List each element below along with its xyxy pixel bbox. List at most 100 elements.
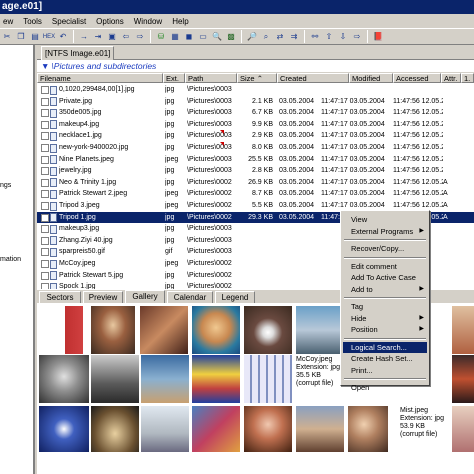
table-row[interactable]: jewelry.jpg jpg \Pictures\0003 2.8 KB 03.05.…: [37, 165, 474, 177]
column-header-modified[interactable]: Modified: [349, 73, 393, 83]
thumbnail[interactable]: [244, 306, 292, 354]
menu-help[interactable]: Help: [169, 17, 195, 26]
menu-view[interactable]: ew: [0, 17, 20, 26]
undo-icon[interactable]: ↶: [57, 31, 69, 42]
thumbnail[interactable]: [141, 406, 189, 452]
context-menu-item[interactable]: Tag: [343, 301, 427, 312]
menu-window[interactable]: Window: [131, 17, 169, 26]
disk-icon[interactable]: ▦: [169, 31, 181, 42]
hex-icon[interactable]: HEX: [43, 31, 55, 42]
context-menu-item[interactable]: Edit comment: [343, 261, 427, 272]
row-checkbox[interactable]: [41, 167, 49, 176]
thumbnail[interactable]: [140, 306, 188, 354]
paste-icon[interactable]: ▤: [29, 31, 41, 42]
left-pane-item[interactable]: mation: [0, 256, 21, 263]
scissors-icon[interactable]: ✂: [1, 31, 13, 42]
table-row[interactable]: necklace1.jpg jpg \Pictures\0003 2.9 KB 03.0…: [37, 130, 474, 142]
row-checkbox[interactable]: [41, 97, 49, 106]
menu-specialist[interactable]: Specialist: [49, 17, 93, 26]
search-icon[interactable]: 🔍: [211, 31, 223, 42]
thumbnail[interactable]: [91, 355, 139, 403]
thumbnail[interactable]: [296, 406, 344, 452]
context-menu-item[interactable]: Position ▶: [343, 324, 427, 335]
row-checkbox[interactable]: [41, 248, 49, 257]
thumbnail[interactable]: [53, 306, 83, 354]
row-checkbox[interactable]: [41, 155, 49, 164]
thumbnail[interactable]: [192, 355, 240, 403]
left-pane-item[interactable]: ngs: [0, 182, 11, 189]
context-menu-item[interactable]: View: [343, 214, 427, 225]
find-text-icon[interactable]: 🔎: [246, 31, 258, 42]
table-row[interactable]: Neo & Trinity 1.jpg jpg \Pictures\0002 26.9…: [37, 177, 474, 189]
up-arrow-icon[interactable]: ⇧: [323, 31, 335, 42]
column-header-created[interactable]: Created: [277, 73, 349, 83]
table-row[interactable]: 0,1020,299484,00[1].jpg jpg \Pictures\0003: [37, 84, 474, 96]
thumbnail[interactable]: [348, 406, 388, 452]
thumbnail[interactable]: [296, 306, 344, 354]
book-icon[interactable]: 📕: [372, 31, 384, 42]
thumbnail[interactable]: [141, 355, 189, 403]
ram-icon[interactable]: ▭: [197, 31, 209, 42]
thumbnail[interactable]: [244, 406, 292, 452]
context-menu-item[interactable]: Hide ▶: [343, 313, 427, 324]
column-header-ext[interactable]: Ext.: [163, 73, 185, 83]
replace-icon[interactable]: ⇄: [274, 31, 286, 42]
column-header-attr[interactable]: Attr.: [441, 73, 461, 83]
context-menu-item[interactable]: Open: [343, 382, 427, 393]
image-icon[interactable]: ▩: [225, 31, 237, 42]
find-next-icon[interactable]: ⇉: [288, 31, 300, 42]
forward-icon[interactable]: ⇨: [134, 31, 146, 42]
thumbnail[interactable]: [192, 406, 240, 452]
menu-options[interactable]: Options: [93, 17, 131, 26]
table-row[interactable]: makeup4.jpg jpg \Pictures\0003 9.9 KB 03.05.…: [37, 119, 474, 131]
copy-icon[interactable]: ❐: [15, 31, 27, 42]
drive-icon[interactable]: ⛁: [155, 31, 167, 42]
thumbnail[interactable]: [452, 406, 474, 452]
thumbnail[interactable]: [192, 306, 240, 354]
context-menu-item[interactable]: Print...: [343, 365, 427, 376]
row-checkbox[interactable]: [41, 236, 49, 245]
filter-icon[interactable]: ▼: [41, 61, 49, 71]
table-row[interactable]: 350de005.jpg jpg \Pictures\0003 6.7 KB 03.05…: [37, 107, 474, 119]
menu-tools[interactable]: Tools: [20, 17, 49, 26]
column-header-accessed[interactable]: Accessed: [393, 73, 441, 83]
table-row[interactable]: Private.jpg jpg \Pictures\0003 2.1 KB 03.05.…: [37, 96, 474, 108]
context-menu-item[interactable]: Logical Search...: [343, 341, 427, 353]
row-checkbox[interactable]: [41, 144, 49, 152]
context-menu-item[interactable]: Recover/Copy...: [343, 243, 427, 254]
row-checkbox[interactable]: [41, 109, 49, 118]
block-icon[interactable]: ▣: [106, 31, 118, 42]
goto-icon[interactable]: ⇥: [92, 31, 104, 42]
tab-gallery[interactable]: Gallery: [125, 290, 165, 304]
context-menu-item[interactable]: Create Hash Set...: [343, 353, 427, 364]
document-tab[interactable]: [NTFS Image.e01]: [41, 46, 115, 60]
row-checkbox[interactable]: [41, 202, 49, 210]
find-hex-icon[interactable]: ⌕: [260, 31, 272, 42]
context-menu-item[interactable]: Add to ▶: [343, 284, 427, 295]
context-menu-item[interactable]: Add To Active Case: [343, 272, 427, 283]
column-header-extra[interactable]: 1.: [461, 73, 474, 83]
table-row[interactable]: new-york-9400020.jpg jpg \Pictures\0003 8.0…: [37, 142, 474, 154]
table-row[interactable]: Nine Planets.jpeg jpeg \Pictures\0003 25.5 …: [37, 154, 474, 166]
table-row[interactable]: Patrick Stewart 2.jpeg jpeg \Pictures\0002…: [37, 188, 474, 200]
row-checkbox[interactable]: [41, 120, 49, 129]
thumbnail[interactable]: [39, 406, 89, 452]
row-checkbox[interactable]: [41, 190, 49, 199]
row-checkbox[interactable]: [41, 260, 49, 268]
down-arrow-icon[interactable]: ⇩: [337, 31, 349, 42]
thumbnail[interactable]: [244, 355, 292, 403]
row-checkbox[interactable]: [41, 271, 49, 280]
row-checkbox[interactable]: [41, 225, 49, 234]
thumbnail[interactable]: [39, 355, 89, 403]
binoculars-icon[interactable]: ⚯: [309, 31, 321, 42]
arrow-right-icon[interactable]: →: [78, 31, 90, 42]
row-checkbox[interactable]: [41, 86, 49, 94]
right-arrow-icon[interactable]: ⇨: [351, 31, 363, 42]
row-checkbox[interactable]: [41, 132, 49, 141]
thumbnail[interactable]: [452, 306, 474, 354]
thumbnail[interactable]: [91, 406, 139, 452]
column-header-filename[interactable]: Filename: [37, 73, 163, 83]
column-header-path[interactable]: Path: [185, 73, 237, 83]
column-header-size[interactable]: Size ⌃: [237, 73, 277, 83]
thumbnail[interactable]: [91, 306, 135, 354]
